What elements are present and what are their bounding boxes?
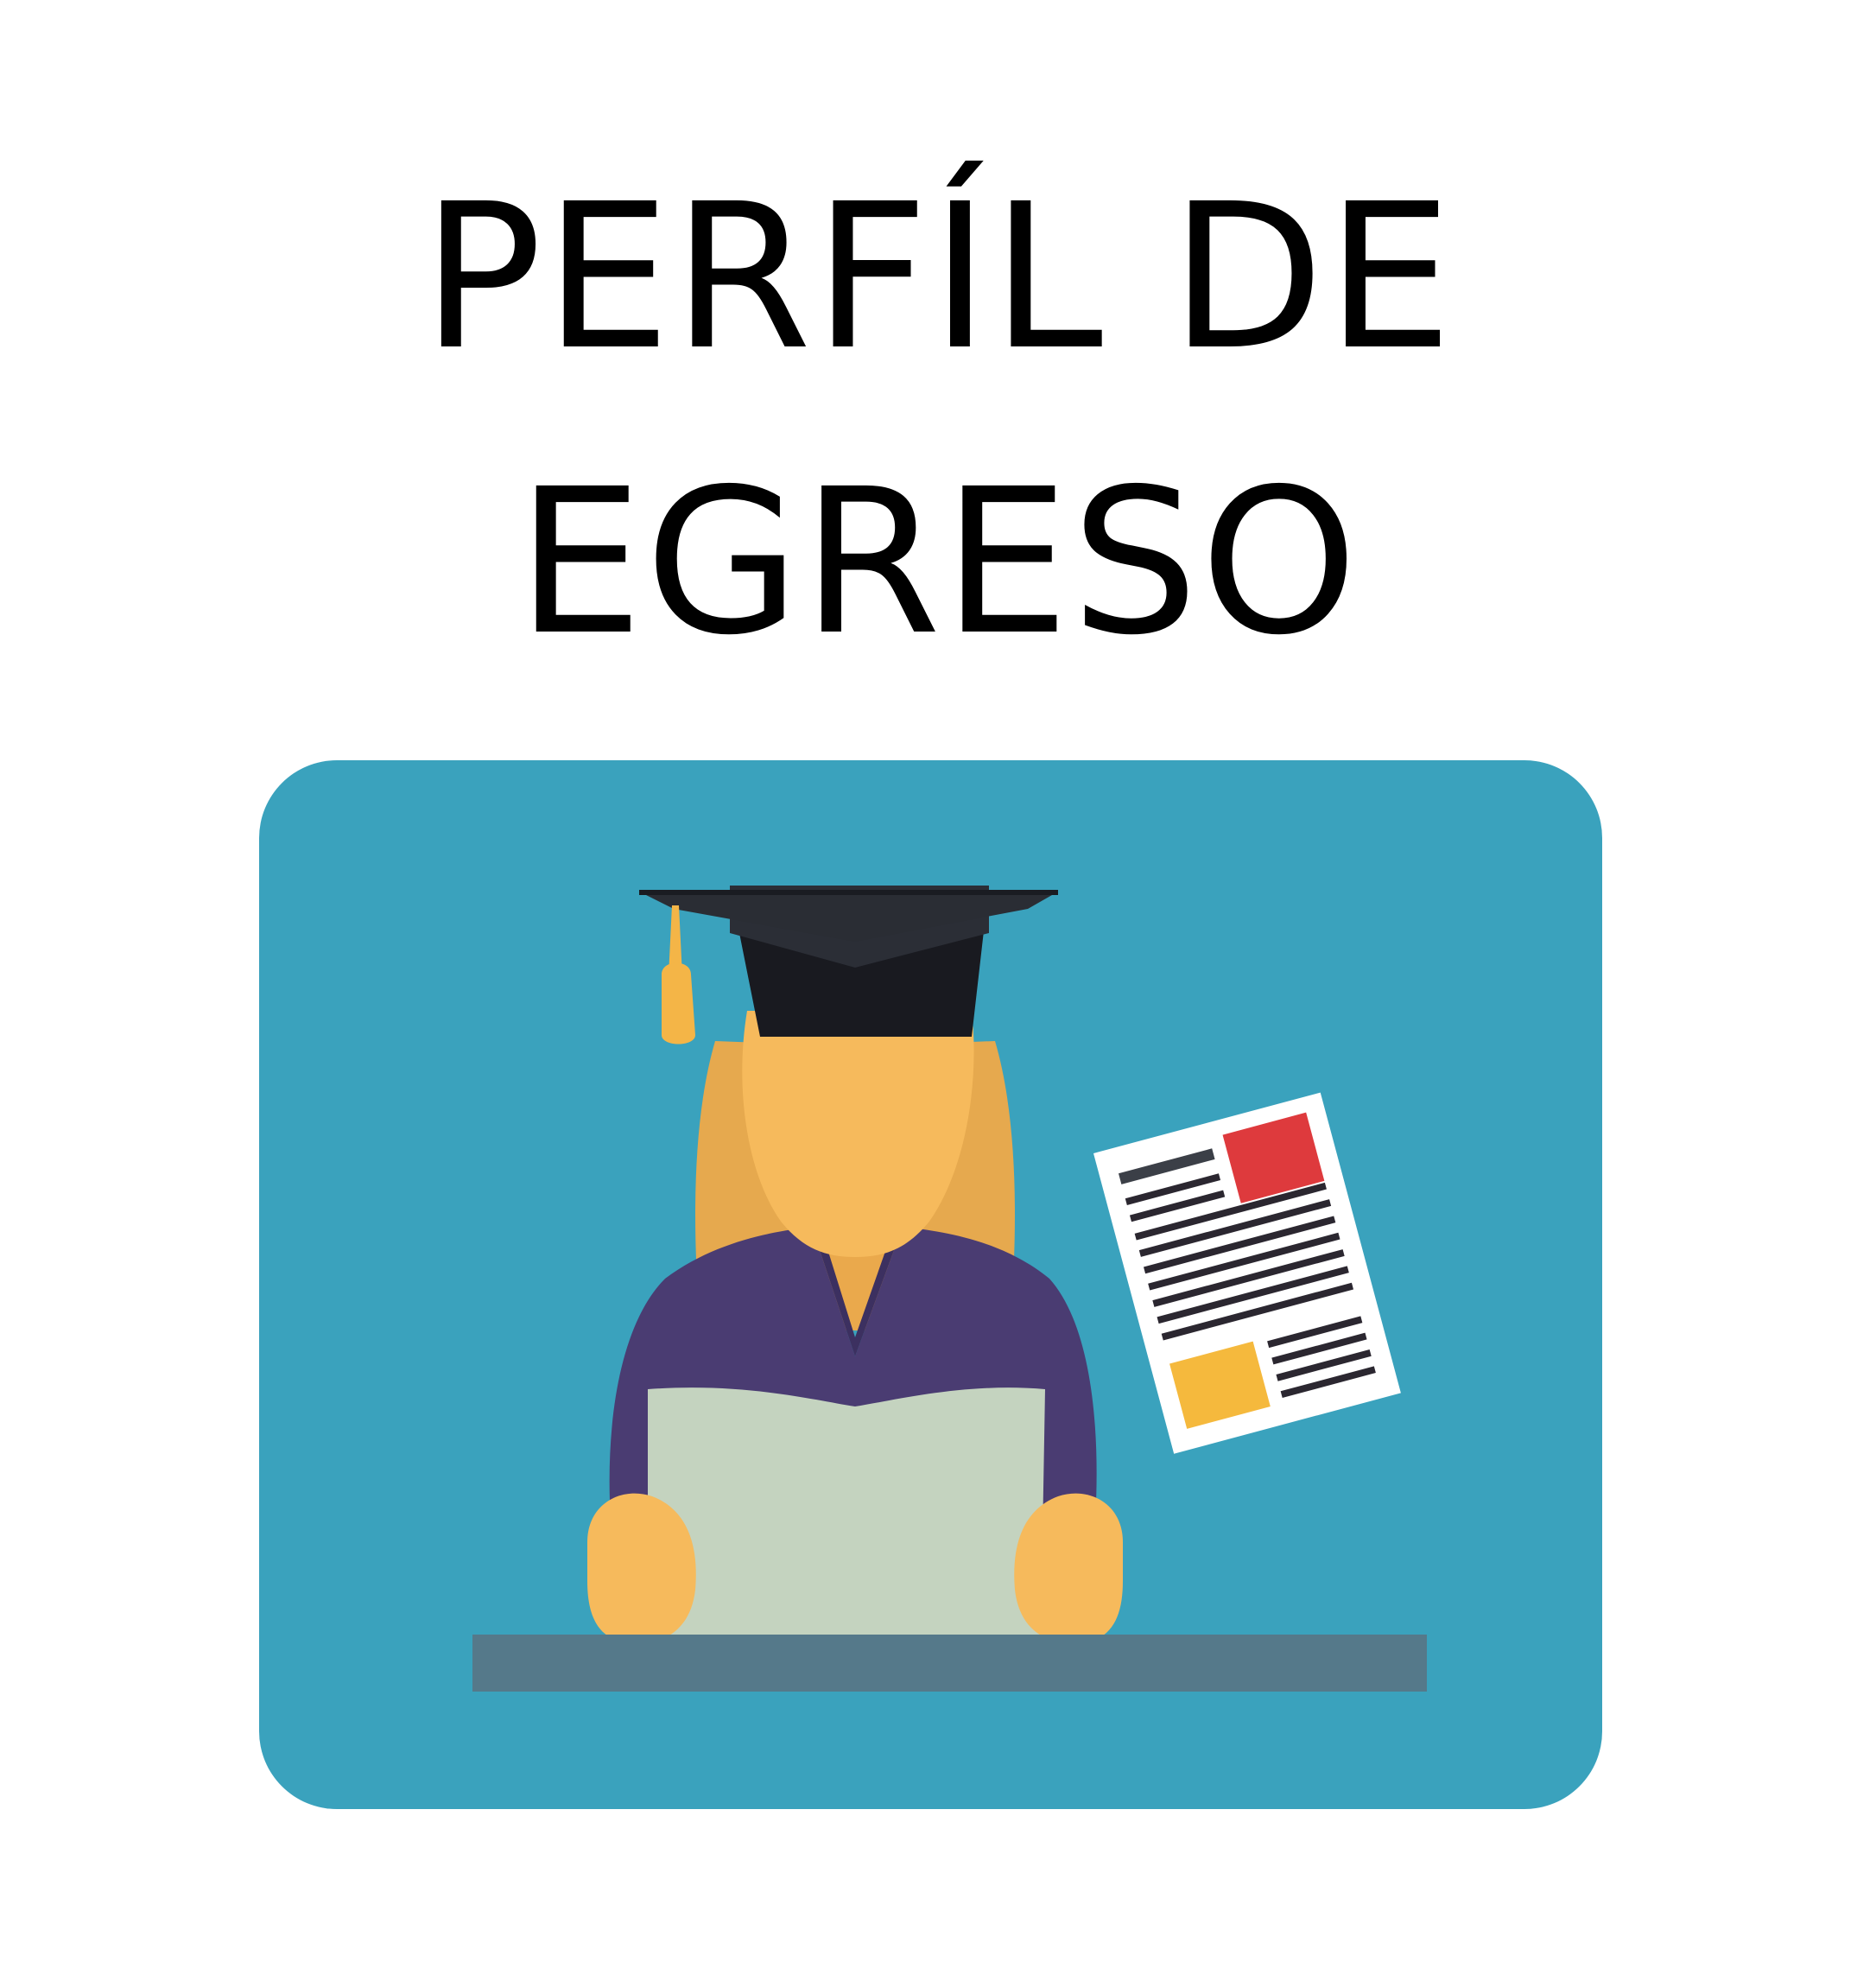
desk [472,1635,1427,1692]
page-title-line-2: EGRESO [516,446,1360,679]
illustration-card [259,760,1602,1809]
page-title-line-1: PERFÍL DE [421,161,1455,394]
held-paper [648,1387,1045,1637]
graduation-cap-icon [639,886,1058,1044]
graduate-illustration [472,886,1427,1692]
document-icon [1093,1092,1401,1454]
